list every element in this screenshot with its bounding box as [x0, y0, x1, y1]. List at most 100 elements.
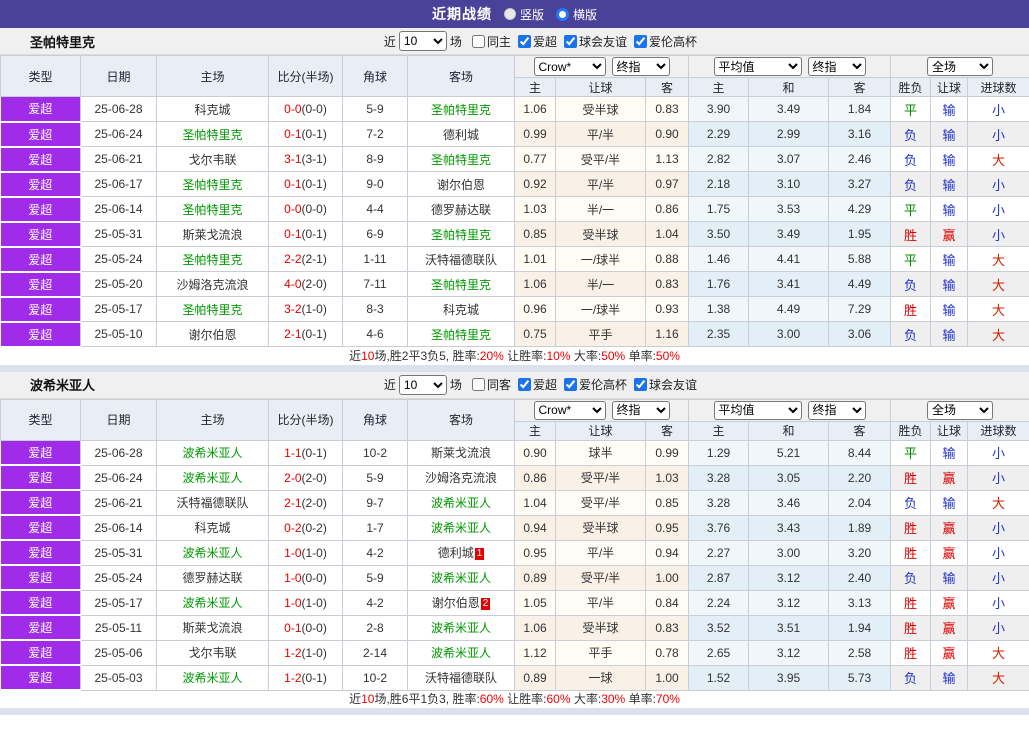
match-date: 25-06-24	[80, 464, 157, 491]
avg-away-odds: 3.13	[828, 589, 892, 616]
filter-checkbox-label: 同主	[486, 34, 511, 49]
avg-select[interactable]: 平均值	[713, 400, 802, 420]
corner-count: 1-7	[342, 514, 408, 541]
odds-handicap: 平手	[555, 639, 646, 666]
filter-checkbox-label: 爱超	[532, 378, 557, 392]
filter-checkbox[interactable]	[563, 378, 577, 391]
filter-checkbox-option[interactable]: 爱超	[517, 33, 557, 50]
avg-draw-odds: 3.41	[748, 271, 830, 297]
layout-option-horizontal[interactable]: 横版	[556, 6, 597, 23]
away-team: 谢尔伯恩	[431, 596, 480, 610]
avg-select[interactable]: 平均值	[713, 57, 802, 76]
corner-count: 7-2	[342, 121, 408, 147]
halftime-score: (2-0)	[301, 470, 327, 485]
league-badge: 爱超	[0, 439, 81, 466]
summary-part: 让胜率:	[503, 692, 547, 706]
avg-home-odds: 2.29	[688, 121, 750, 147]
filter-checkbox[interactable]	[471, 378, 485, 391]
score-cell: 3-2(1-0)	[268, 296, 343, 322]
avg-draw-odds: 3.49	[748, 96, 830, 122]
result-outcome: 胜	[890, 221, 932, 247]
score-cell: 0-1(0-1)	[268, 121, 343, 147]
card-badge: 2	[480, 598, 491, 610]
home-team: 波希米亚人	[182, 446, 243, 460]
odds-home: 0.90	[514, 439, 556, 466]
radio-vertical-icon[interactable]	[503, 8, 516, 20]
card-badge: 1	[474, 548, 485, 560]
home-team: 圣帕特里克	[182, 252, 243, 267]
filter-checkbox-option[interactable]: 球会友谊	[563, 33, 627, 50]
filter-checkbox[interactable]	[563, 34, 577, 48]
filter-checkbox-option[interactable]: 爱伦高杯	[633, 33, 697, 50]
match-date: 25-05-24	[80, 564, 157, 591]
layout-option-vertical[interactable]: 竖版	[503, 6, 544, 23]
team-section: 波希米亚人 近 10 场 同客 爱超 爱伦高杯 球会友谊 类型 日期 主场 比分(	[0, 371, 1029, 715]
recent-count-select[interactable]: 10	[398, 31, 447, 51]
odds-handicap: 球半	[555, 439, 646, 466]
radio-horizontal-icon[interactable]	[556, 7, 569, 21]
odds-away: 0.95	[644, 514, 690, 541]
avg-odds-group: 平均值 终指	[688, 55, 892, 78]
away-team-cell: 圣帕特里克	[407, 321, 515, 347]
home-team: 戈尔韦联	[188, 152, 237, 167]
filter-checkbox[interactable]	[517, 34, 531, 48]
filter-checkbox[interactable]	[517, 378, 531, 391]
subheader-odds-home: 主	[514, 77, 556, 97]
home-team: 戈尔韦联	[188, 646, 237, 660]
stats-table: 类型 日期 主场 比分(半场) 角球 客场 Crow*终指 平均值终指 全场	[0, 398, 1029, 691]
near-label: 近	[383, 34, 396, 49]
column-header-type: 类型	[0, 55, 81, 97]
odds-source-select[interactable]: Crow*	[533, 57, 606, 76]
recent-count-select[interactable]: 10	[398, 374, 447, 395]
fulltime-score: 3-1	[284, 152, 302, 166]
column-header-home: 主场	[156, 55, 269, 97]
league-badge: 爱超	[0, 489, 81, 516]
avg-home-odds: 3.28	[688, 489, 750, 516]
match-date: 25-06-21	[80, 489, 157, 516]
odds-final-select[interactable]: 终指	[611, 57, 670, 76]
home-team: 圣帕特里克	[182, 302, 243, 317]
filter-checkbox-option[interactable]: 球会友谊	[633, 376, 697, 393]
result-goals: 小	[967, 96, 1029, 122]
scope-select[interactable]: 全场	[927, 400, 994, 420]
away-team: 圣帕特里克	[430, 227, 491, 242]
odds-handicap: 平/半	[555, 171, 646, 197]
odds-home: 0.94	[514, 514, 556, 541]
league-badge: 爱超	[0, 296, 81, 323]
league-badge: 爱超	[0, 221, 81, 248]
result-outcome: 负	[890, 489, 932, 516]
result-goals: 大	[967, 639, 1029, 666]
match-date: 25-06-17	[80, 171, 157, 197]
corner-count: 6-9	[342, 221, 408, 247]
result-handicap: 输	[930, 96, 969, 122]
odds-home: 0.75	[514, 321, 556, 347]
filter-checkbox-option[interactable]: 同主	[471, 33, 511, 50]
odds-handicap: 受半球	[555, 221, 646, 247]
team-name: 圣帕特里克	[30, 34, 96, 50]
match-row: 爱超 25-05-17 波希米亚人 1-0(1-0) 4-2 谢尔伯恩 2 1.0…	[0, 589, 1029, 616]
scope-select[interactable]: 全场	[927, 57, 994, 76]
league-badge: 爱超	[0, 96, 81, 123]
avg-draw-odds: 3.00	[748, 321, 830, 347]
odds-away: 1.03	[644, 464, 690, 491]
odds-home: 1.06	[514, 96, 556, 122]
scope-group: 全场	[890, 55, 1029, 78]
avg-home-odds: 2.65	[688, 639, 750, 666]
halftime-score: (0-1)	[301, 670, 327, 685]
odds-source-select[interactable]: Crow*	[533, 400, 606, 420]
halftime-score: (0-1)	[301, 227, 327, 241]
filter-checkbox-option[interactable]: 爱超	[517, 376, 557, 393]
filter-checkbox[interactable]	[633, 378, 647, 391]
odds-home: 1.06	[514, 271, 556, 297]
home-team-cell: 斯莱戈流浪	[156, 221, 269, 247]
filter-checkbox-option[interactable]: 爱伦高杯	[563, 376, 627, 393]
subheader-result-handicap: 让球	[930, 420, 969, 441]
away-team-cell: 波希米亚人	[407, 564, 515, 591]
filter-checkbox-option[interactable]: 同客	[471, 376, 511, 393]
filter-checkbox[interactable]	[471, 34, 485, 48]
avg-final-select[interactable]: 终指	[807, 57, 866, 76]
odds-final-select[interactable]: 终指	[611, 400, 670, 420]
avg-final-select[interactable]: 终指	[807, 400, 866, 420]
filter-checkbox[interactable]	[633, 34, 647, 48]
away-team: 圣帕特里克	[430, 102, 491, 117]
